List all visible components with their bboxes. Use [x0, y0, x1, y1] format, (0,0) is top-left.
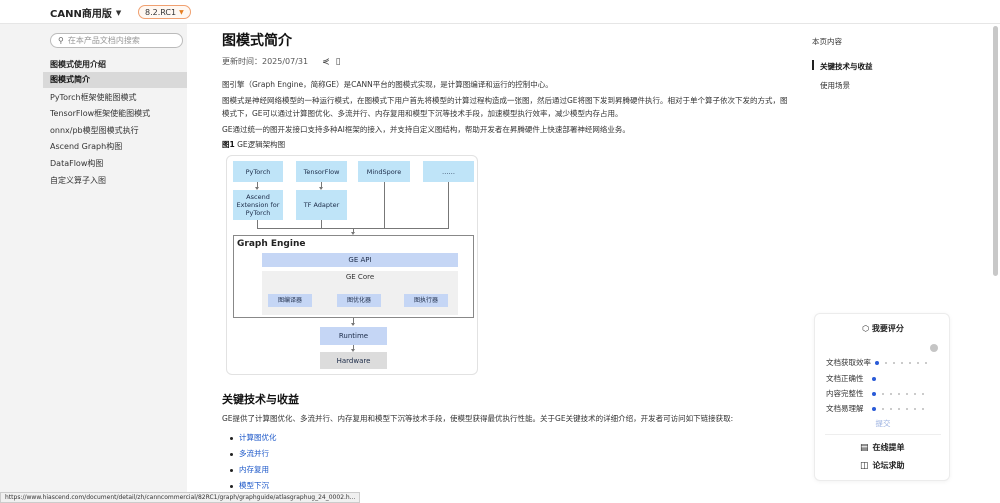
article: 图模式简介 更新时间：2025/07/31 ⋞ ▯ 图引擎（Graph Engi…	[222, 30, 792, 150]
connector	[257, 220, 258, 228]
toc-item-use-cases[interactable]: 使用场景	[812, 80, 873, 91]
rating-slider[interactable]	[871, 391, 932, 396]
sidebar-item-onnx[interactable]: onnx/pb模型图模式执行	[43, 123, 187, 139]
sidebar-item-tensorflow[interactable]: TensorFlow框架使能图模式	[43, 106, 187, 122]
sidebar-group-title[interactable]: 图模式使用介绍	[50, 59, 106, 70]
link-item: 计算图优化	[230, 430, 277, 446]
online-ticket-link[interactable]: ▤ 在线提单	[860, 442, 905, 453]
toc-item-key-tech[interactable]: 关键技术与收益	[812, 60, 873, 72]
graph-engine-title: Graph Engine	[237, 239, 306, 249]
rating-row: 文档获取效率	[826, 357, 935, 368]
search-icon: ⚲	[58, 36, 64, 45]
link-memory-reuse[interactable]: 内存复用	[239, 462, 269, 478]
rating-label: 文档易理解	[826, 404, 864, 413]
rating-slider[interactable]	[875, 360, 935, 365]
sidebar-item-custom-op[interactable]: 自定义算子入图	[43, 173, 187, 189]
sidebar: ⚲ 图模式使用介绍 图模式简介 PyTorch框架使能图模式 TensorFlo…	[0, 24, 187, 503]
graph-compiler-box: 图编译器	[268, 294, 312, 307]
rating-row: 内容完整性	[826, 388, 932, 399]
mode-paragraph: 图模式是神经网络模型的一种运行模式，在图模式下用户首先将模型的计算过程构造成一张…	[222, 96, 788, 118]
rating-row: 文档正确性	[826, 373, 932, 384]
bullet	[230, 484, 233, 488]
share-icon[interactable]: ⋞	[322, 57, 330, 67]
chevron-down-icon: ▼	[179, 8, 184, 16]
section-key-tech-text: GE提供了计算图优化、多流并行、内存复用和模型下沉等技术手段，使模型获得最优执行…	[222, 414, 734, 423]
framework-mindspore: MindSpore	[358, 161, 410, 182]
rating-panel: ⬡ 我要评分 文档获取效率 文档正确性 内容完整性 文档易理解 提交 ▤ 在线提…	[814, 313, 950, 481]
product-selector[interactable]: CANN商用版 ▼	[50, 5, 122, 21]
graph-executor-box: 图执行器	[404, 294, 448, 307]
graph-engine-block: Graph Engine GE API GE Core 图编译器 图优化器 图执…	[233, 235, 474, 318]
updated-label: 更新时间：2025/07/31	[222, 57, 309, 66]
bullet	[230, 436, 233, 440]
sidebar-item-pytorch[interactable]: PyTorch框架使能图模式	[43, 90, 187, 106]
sidebar-item-ascend-graph[interactable]: Ascend Graph构图	[43, 139, 187, 155]
divider	[825, 434, 941, 435]
figure-caption: 图1 GE逻辑架构图	[222, 140, 286, 149]
rating-title: ⬡ 我要评分	[862, 324, 904, 333]
rating-slider[interactable]	[871, 406, 932, 411]
top-bar: CANN商用版 ▼ 8.2.RC1 ▼	[0, 0, 1000, 24]
version-selector[interactable]: 8.2.RC1 ▼	[138, 5, 191, 19]
search-input[interactable]	[67, 36, 178, 45]
rating-slider[interactable]	[871, 376, 932, 381]
connector	[448, 182, 449, 228]
connector	[384, 182, 385, 228]
rating-label: 内容完整性	[826, 389, 864, 398]
key-tech-links: 计算图优化 多流并行 内存复用 模型下沉	[230, 430, 277, 494]
page-toc: 本页内容 关键技术与收益 使用场景	[812, 36, 873, 91]
runtime-box: Runtime	[320, 327, 387, 345]
connector	[321, 220, 322, 228]
link-item: 内存复用	[230, 462, 277, 478]
rate-icon: ⬡	[862, 324, 870, 333]
link-item: 多流并行	[230, 446, 277, 462]
framework-more: ……	[423, 161, 474, 182]
bullet	[230, 452, 233, 456]
close-icon[interactable]	[930, 344, 938, 352]
hardware-box: Hardware	[320, 352, 387, 369]
rating-row: 文档易理解	[826, 403, 932, 414]
adapter-tf: TF Adapter	[296, 190, 347, 220]
forum-icon: ◫	[860, 460, 869, 471]
ge-architecture-diagram: PyTorch TensorFlow MindSpore …… Ascend E…	[226, 155, 478, 375]
ge-core-block: GE Core 图编译器 图优化器 图执行器	[262, 271, 458, 315]
status-url: https://www.hiascend.com/document/detail…	[0, 492, 361, 503]
sidebar-item-graph-intro[interactable]: 图模式简介	[43, 72, 187, 88]
submit-button[interactable]: 提交	[815, 418, 951, 429]
rating-label: 文档正确性	[826, 374, 864, 383]
intro-paragraph: 图引擎（Graph Engine，简称GE）是CANN平台的图模式实现，是计算图…	[222, 80, 553, 89]
article-meta: 更新时间：2025/07/31 ⋞ ▯	[222, 56, 792, 67]
bullet	[230, 468, 233, 472]
product-name: CANN商用版	[50, 9, 112, 20]
graph-optimizer-box: 图优化器	[337, 294, 381, 307]
ticket-icon: ▤	[860, 442, 869, 453]
rating-label: 文档获取效率	[826, 358, 871, 367]
ge-core-title: GE Core	[345, 273, 375, 281]
sidebar-item-dataflow[interactable]: DataFlow构图	[43, 156, 187, 172]
forum-help-link[interactable]: ◫ 论坛求助	[860, 460, 905, 471]
link-multi-stream[interactable]: 多流并行	[239, 446, 269, 462]
page-title: 图模式简介	[222, 33, 292, 49]
link-graph-optimization[interactable]: 计算图优化	[239, 430, 277, 446]
section-key-tech-title: 关键技术与收益	[222, 393, 299, 406]
search-box[interactable]: ⚲	[50, 33, 183, 48]
ge-paragraph: GE通过统一的图开发接口支持多种AI框架的接入，并支持自定义图结构，帮助开发者在…	[222, 125, 630, 134]
version-label: 8.2.RC1	[145, 7, 177, 17]
pdf-icon[interactable]: ▯	[336, 57, 341, 67]
arrow	[351, 323, 355, 326]
chevron-down-icon: ▼	[115, 8, 122, 17]
adapter-pytorch: Ascend Extension for PyTorch	[233, 190, 283, 220]
framework-pytorch: PyTorch	[233, 161, 283, 182]
toc-title: 本页内容	[812, 37, 842, 46]
scrollbar[interactable]	[993, 26, 998, 276]
framework-tensorflow: TensorFlow	[296, 161, 347, 182]
ge-api-box: GE API	[262, 253, 458, 267]
